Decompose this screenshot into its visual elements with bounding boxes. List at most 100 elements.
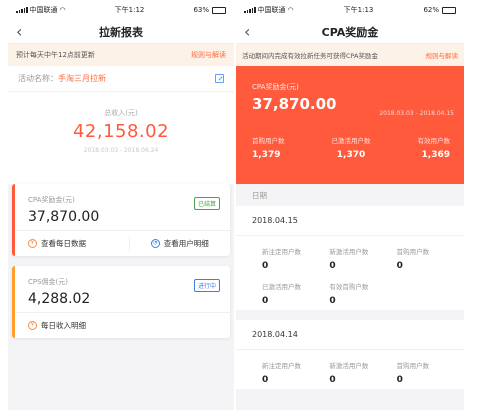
stat-value: 0 xyxy=(396,375,403,385)
reward-stats: 首购用户数 1,379 已激活用户数 1,370 有效用户数 1,369 xyxy=(252,135,452,160)
cpa-label: CPA奖励金(元) xyxy=(28,196,75,204)
cps-card: CPS佣金(元) 4,288.02 进行中 ¥ 每日收入明细 xyxy=(12,266,230,338)
stat-label: 首购用户数 xyxy=(252,137,285,145)
clock: 下午1:12 xyxy=(114,6,145,14)
coin-icon: ¥ xyxy=(28,321,37,330)
page-title: CPA奖励金 xyxy=(321,25,379,39)
user-detail-label: 查看用户明细 xyxy=(163,239,209,248)
cps-label: CPS佣金(元) xyxy=(28,278,69,286)
stat-label: 首购用户数 xyxy=(396,248,430,256)
stat-label: 新激活用户数 xyxy=(329,248,369,256)
reward-notice: 活动期间内完成有效拉新任务可获得CPA奖励金 规则与解读 xyxy=(236,44,464,66)
cpa-amount: 37,870.00 xyxy=(28,209,100,225)
stat-label: 已激活用户数 xyxy=(331,137,371,145)
date-range: 2018.03.03 - 2018.04.15 xyxy=(379,110,454,117)
day-stat: 首购用户数 0 xyxy=(397,360,464,385)
user-detail-button[interactable]: ◔ 查看用户明细 xyxy=(130,238,231,249)
back-button[interactable]: ‹ xyxy=(244,22,250,41)
day-stats: 新注定用户数 0 新激活用户数 0 首购用户数 0 已激活用户数 0 有效首购户数 0 xyxy=(236,236,464,310)
cpa-card: CPA奖励金(元) 37,870.00 已结算 ¥ 查看每日数据 ◔ 查看用户明… xyxy=(12,184,230,256)
stat-value: 0 xyxy=(262,375,269,385)
signal-area: 中国联通 ◠ xyxy=(244,5,294,15)
day-block: 2018.04.15 新注定用户数 0 新激活用户数 0 首购用户数 0 已激活用户数… xyxy=(236,206,464,310)
signal-area: 中国联通 ◠ xyxy=(16,5,66,15)
battery-icon xyxy=(442,6,456,14)
stat-value: 0 xyxy=(262,261,269,271)
status-bar: 中国联通 ◠ 下午1:13 62% xyxy=(236,0,464,20)
stat-value: 1,379 xyxy=(252,150,281,160)
stat-value: 1,370 xyxy=(336,150,366,160)
report-screen: 中国联通 ◠ 下午1:12 63% ‹ 拉新报表 预计每天中午12点前更新 规则… xyxy=(8,0,234,410)
cps-actions: ¥ 每日收入明细 xyxy=(12,312,230,338)
nav-bar: ‹ CPA奖励金 xyxy=(236,20,464,44)
day-stat: 新激活用户数 0 xyxy=(329,360,396,385)
day-block: 2018.04.14 新注定用户数 0 新激活用户数 0 首购用户数 0 xyxy=(236,320,464,389)
daily-data-label: 查看每日数据 xyxy=(41,239,86,248)
rules-link[interactable]: 规则与解读 xyxy=(191,50,226,60)
carrier-label: 中国联通 xyxy=(257,6,286,14)
user-icon: ◔ xyxy=(150,239,160,248)
day-date: 2018.04.14 xyxy=(236,320,464,350)
stat-value: 0 xyxy=(329,261,336,271)
total-income-panel: 总收入(元) 42,158.02 2018.03.03 - 2018.06.24 xyxy=(8,92,234,184)
coin-icon: ¥ xyxy=(28,239,37,248)
notice-text: 预计每天中午12点前更新 xyxy=(16,51,95,59)
stat-label: 新注定用户数 xyxy=(262,248,301,256)
stat-label: 有效首购户数 xyxy=(329,283,369,291)
wifi-icon: ◠ xyxy=(59,6,66,14)
signal-icon xyxy=(244,7,256,13)
stat-valid: 有效用户数 1,369 xyxy=(418,135,451,160)
day-stats: 新注定用户数 0 新激活用户数 0 首购用户数 0 xyxy=(236,350,464,389)
stat-label: 新激活用户数 xyxy=(329,362,369,370)
carrier-label: 中国联通 xyxy=(29,6,58,14)
stat-label: 新注定用户数 xyxy=(262,362,301,370)
status-badge: 已结算 xyxy=(193,197,220,210)
battery-percent: 62% xyxy=(423,6,439,14)
wifi-icon: ◠ xyxy=(287,6,294,14)
stat-value: 1,369 xyxy=(421,150,450,160)
signal-icon xyxy=(16,7,28,13)
daily-data-button[interactable]: ¥ 查看每日数据 xyxy=(12,238,129,249)
daily-income-label: 每日收入明细 xyxy=(41,321,86,330)
page-title: 拉新报表 xyxy=(99,25,143,39)
nav-bar: ‹ 拉新报表 xyxy=(8,20,234,44)
status-badge: 进行中 xyxy=(193,279,220,292)
activity-name: 手淘三月拉新 xyxy=(58,74,106,83)
day-stat: 新注定用户数 0 xyxy=(262,246,329,271)
day-stat: 首购用户数 0 xyxy=(397,246,464,271)
daily-income-button[interactable]: ¥ 每日收入明细 xyxy=(12,320,230,331)
stat-value: 0 xyxy=(396,261,403,271)
reward-summary: CPA奖励金(元) 37,870.00 2018.03.03 - 2018.04… xyxy=(236,66,464,184)
total-income-amount: 42,158.02 xyxy=(72,121,170,142)
date-range: 2018.03.03 - 2018.06.24 xyxy=(83,147,159,154)
back-button[interactable]: ‹ xyxy=(16,22,22,41)
day-stat: 已激活用户数 0 xyxy=(262,281,329,306)
update-notice: 预计每天中午12点前更新 规则与解读 xyxy=(8,44,234,66)
reward-label: CPA奖励金(元) xyxy=(252,83,299,91)
cpa-actions: ¥ 查看每日数据 ◔ 查看用户明细 xyxy=(12,230,230,256)
battery-icon xyxy=(212,6,226,14)
activity-label: 活动名称： xyxy=(18,74,58,83)
cps-amount: 4,288.02 xyxy=(28,291,91,307)
stat-first-purchase: 首购用户数 1,379 xyxy=(252,135,285,160)
day-date: 2018.04.15 xyxy=(236,206,464,236)
date-column-header: 日期 xyxy=(236,184,464,206)
edit-icon[interactable] xyxy=(215,74,224,83)
stat-value: 0 xyxy=(329,296,336,306)
stat-label: 首购用户数 xyxy=(396,362,430,370)
battery-area: 63% xyxy=(193,6,226,14)
battery-area: 62% xyxy=(423,6,456,14)
stat-activated: 已激活用户数 1,370 xyxy=(332,135,371,160)
notice-text: 活动期间内完成有效拉新任务可获得CPA奖励金 xyxy=(242,52,378,60)
total-income-label: 总收入(元) xyxy=(104,109,138,117)
cpa-reward-screen: 中国联通 ◠ 下午1:13 62% ‹ CPA奖励金 活动期间内完成有效拉新任务… xyxy=(236,0,464,410)
stat-value: 0 xyxy=(262,296,269,306)
stat-label: 有效用户数 xyxy=(417,137,451,145)
activity-row: 活动名称：手淘三月拉新 xyxy=(8,66,234,92)
battery-percent: 63% xyxy=(193,6,209,14)
stat-value: 0 xyxy=(329,375,336,385)
stat-label: 已激活用户数 xyxy=(262,283,301,291)
clock: 下午1:13 xyxy=(343,6,374,14)
rules-link[interactable]: 规则与解读 xyxy=(426,50,459,60)
day-stat: 新注定用户数 0 xyxy=(262,360,329,385)
